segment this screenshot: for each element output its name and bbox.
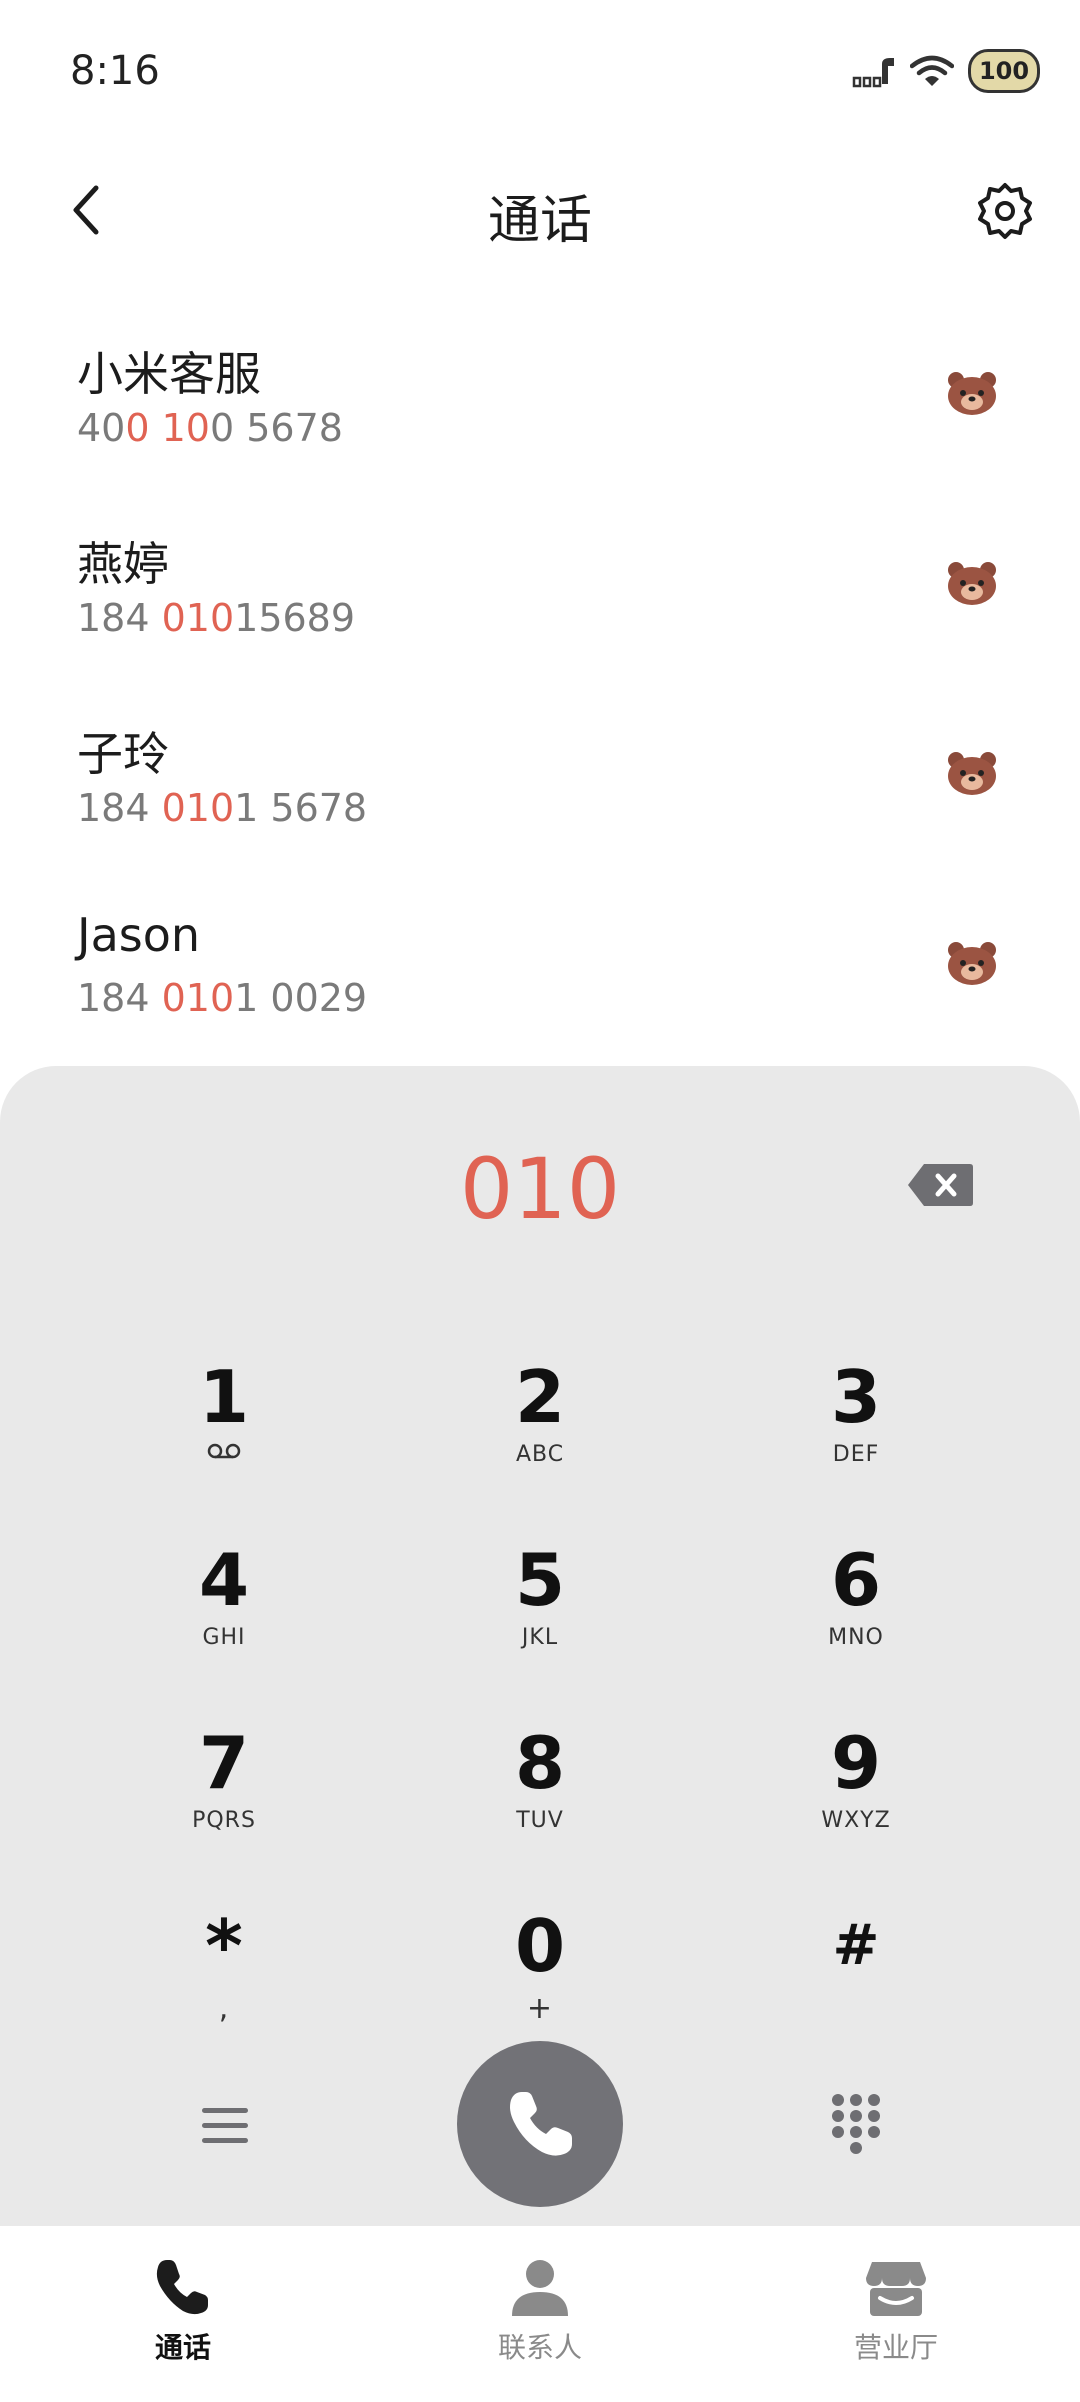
menu-icon[interactable] xyxy=(190,2096,260,2156)
dialer-panel: 010 1 2 ABC 3 DEF 4 GHI 5 JKL 6 MNO 7 PQ… xyxy=(0,1066,1080,2226)
contact-item[interactable]: 子玲 184 0101 5678 xyxy=(0,680,1080,870)
key-0[interactable]: 0 + xyxy=(440,1905,640,2055)
bear-avatar-icon xyxy=(948,372,996,415)
contact-name: 小米客服 xyxy=(77,347,261,401)
contact-item[interactable]: 小米客服 400 100 5678 xyxy=(0,300,1080,490)
status-bar: 8:16 100 xyxy=(0,0,1080,150)
tab-store[interactable]: 营业厅 xyxy=(786,2256,1006,2376)
contact-number: 184 01015689 xyxy=(77,596,356,640)
key-star[interactable]: * , xyxy=(124,1905,324,2055)
key-1[interactable]: 1 xyxy=(124,1356,324,1506)
contact-name: 燕婷 xyxy=(77,537,169,591)
header: 通话 xyxy=(0,160,1080,260)
key-7[interactable]: 7 PQRS xyxy=(124,1722,324,1872)
bear-avatar-icon xyxy=(948,942,996,985)
bear-avatar-icon xyxy=(948,562,996,605)
phone-icon xyxy=(156,2260,208,2315)
key-3[interactable]: 3 DEF xyxy=(756,1356,956,1506)
status-icons: 100 xyxy=(852,46,1040,96)
gear-icon xyxy=(978,183,1032,239)
contact-number: 184 0101 0029 xyxy=(77,976,368,1020)
tab-calls[interactable]: 通话 xyxy=(73,2256,293,2376)
dialer-actions xyxy=(0,2036,1080,2216)
call-button[interactable] xyxy=(457,2041,623,2207)
status-time: 8:16 xyxy=(70,48,160,94)
battery-level: 100 xyxy=(978,57,1030,85)
tab-bar: 通话 联系人 营业厅 xyxy=(0,2226,1080,2402)
contact-name: Jason xyxy=(77,908,201,962)
backspace-icon[interactable] xyxy=(906,1162,974,1208)
contact-list: 小米客服 400 100 5678 燕婷 184 01015689 子玲 184… xyxy=(0,300,1080,1060)
store-icon xyxy=(866,2262,926,2316)
key-8[interactable]: 8 TUV xyxy=(440,1722,640,1872)
battery-icon: 100 xyxy=(968,49,1040,93)
signal-icon xyxy=(852,58,894,88)
settings-button[interactable] xyxy=(970,176,1040,246)
tab-contacts[interactable]: 联系人 xyxy=(430,2256,650,2376)
bear-avatar-icon xyxy=(948,752,996,795)
key-9[interactable]: 9 WXYZ xyxy=(756,1722,956,1872)
contact-item[interactable]: 燕婷 184 01015689 xyxy=(0,490,1080,680)
key-2[interactable]: 2 ABC xyxy=(440,1356,640,1506)
phone-icon xyxy=(510,2092,572,2156)
contact-number: 400 100 5678 xyxy=(77,406,343,450)
key-hash[interactable]: # xyxy=(756,1905,956,2055)
key-4[interactable]: 4 GHI xyxy=(124,1539,324,1689)
contact-number: 184 0101 5678 xyxy=(77,786,368,830)
voicemail-icon xyxy=(207,1443,241,1459)
contact-name: 子玲 xyxy=(77,727,169,781)
contact-item[interactable]: Jason 184 0101 0029 xyxy=(0,870,1080,1060)
wifi-icon xyxy=(910,55,954,86)
person-icon xyxy=(512,2260,568,2316)
dialpad-icon[interactable] xyxy=(826,2090,886,2156)
page-title: 通话 xyxy=(487,191,592,251)
key-6[interactable]: 6 MNO xyxy=(756,1539,956,1689)
key-5[interactable]: 5 JKL xyxy=(440,1539,640,1689)
